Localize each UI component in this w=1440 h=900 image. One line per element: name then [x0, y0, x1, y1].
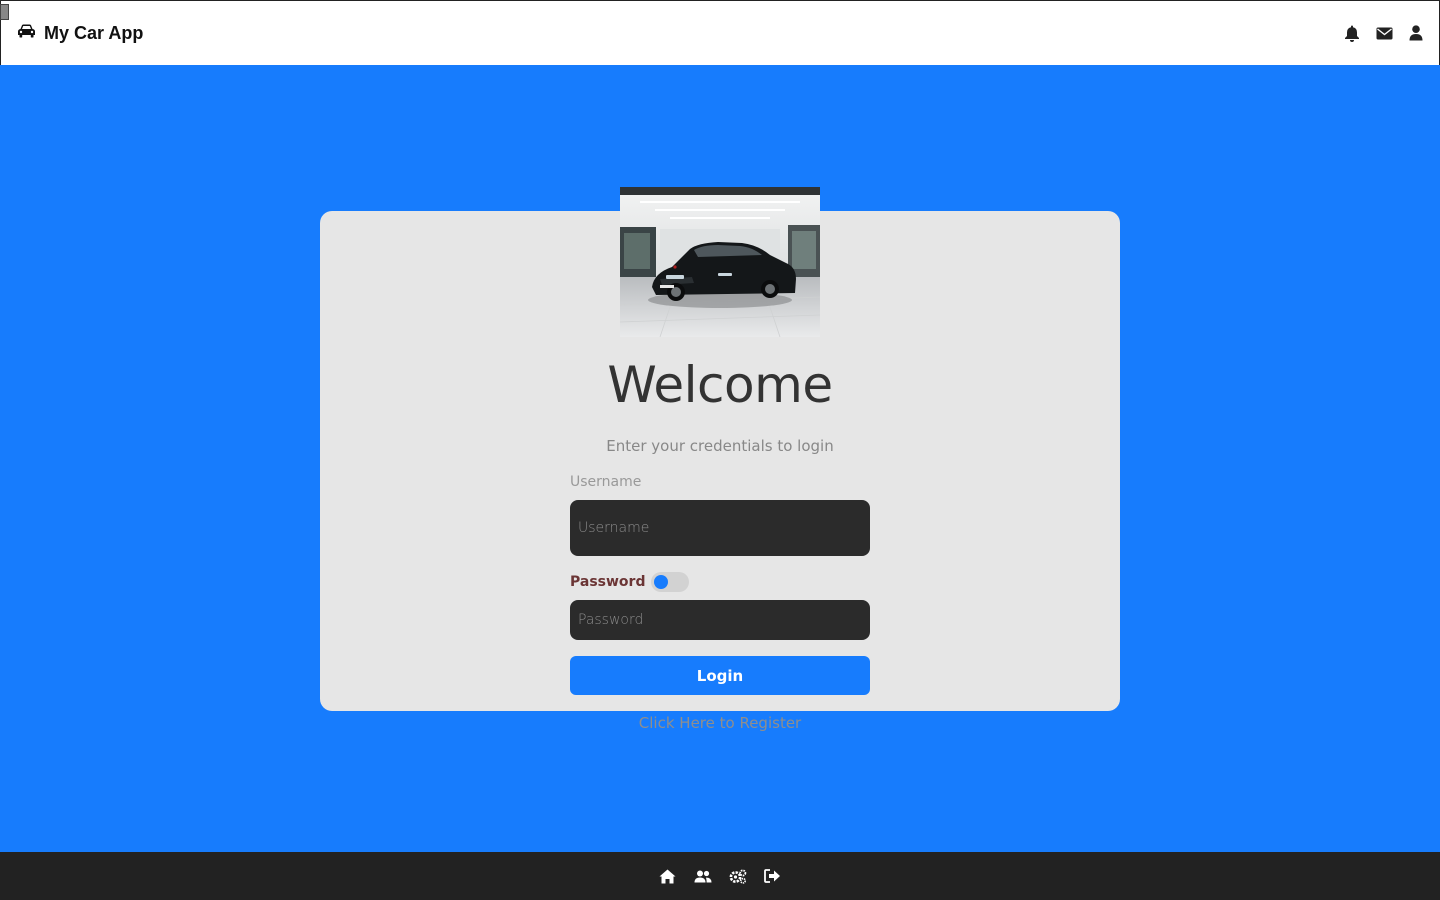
users-icon[interactable] [693, 867, 712, 886]
username-input[interactable] [570, 500, 870, 556]
password-label: Password [570, 574, 646, 590]
settings-icon[interactable] [728, 867, 747, 886]
page-title: Welcome [607, 356, 833, 414]
top-navbar: My Car App [0, 0, 1440, 65]
show-password-toggle[interactable] [651, 572, 690, 592]
user-icon[interactable] [1407, 24, 1425, 42]
home-icon[interactable] [658, 867, 677, 886]
car-showroom-image [620, 187, 820, 337]
car-icon [17, 24, 36, 43]
brand[interactable]: My Car App [17, 23, 143, 44]
logout-icon[interactable] [763, 867, 782, 886]
username-label: Username [570, 474, 642, 490]
password-input[interactable] [570, 600, 870, 640]
login-subtitle: Enter your credentials to login [606, 437, 834, 455]
password-label-row: Password [570, 572, 690, 592]
favicon-icon [0, 4, 9, 20]
bottom-navbar [0, 852, 1440, 900]
app-name: My Car App [44, 22, 144, 43]
login-button[interactable]: Login [570, 656, 870, 695]
bell-icon[interactable] [1343, 24, 1361, 42]
register-link[interactable]: Click Here to Register [320, 714, 1120, 732]
envelope-icon[interactable] [1375, 24, 1393, 42]
toggle-knob [654, 575, 669, 589]
top-icon-group [1343, 24, 1425, 42]
